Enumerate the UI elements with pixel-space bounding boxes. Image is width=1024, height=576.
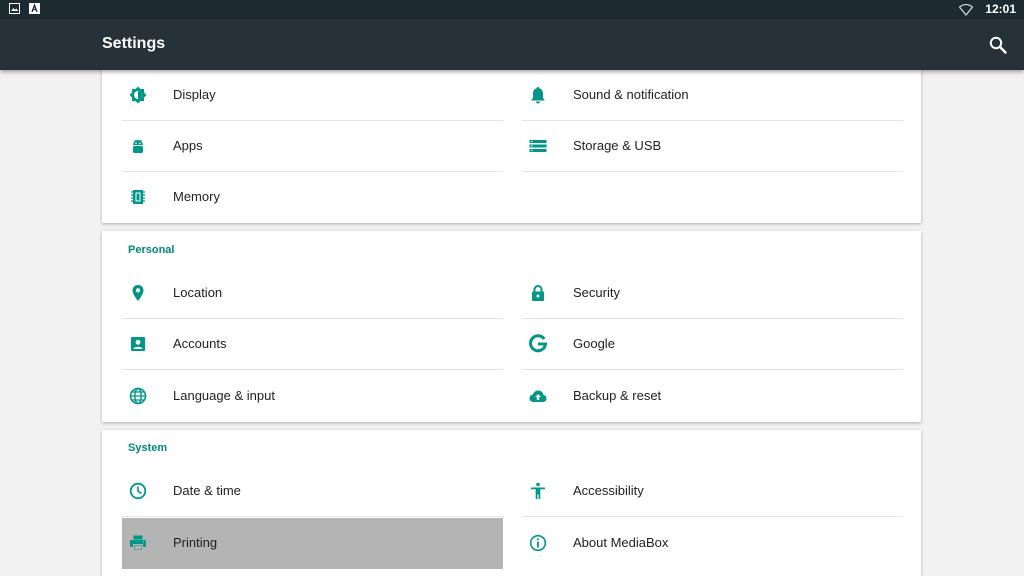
android-icon xyxy=(133,139,143,153)
setting-label: Accounts xyxy=(173,336,227,351)
printer-icon xyxy=(130,535,146,551)
clock-icon xyxy=(129,482,147,500)
device-section: Display Sound & notification Apps Storag… xyxy=(102,70,921,223)
globe-icon xyxy=(129,387,147,405)
setting-label: Security xyxy=(573,285,620,300)
info-icon xyxy=(529,534,547,552)
status-bar: 12:01 xyxy=(0,0,1024,19)
google-g-icon xyxy=(529,334,548,353)
setting-label: Location xyxy=(173,285,223,300)
setting-label: About MediaBox xyxy=(573,535,669,550)
search-icon[interactable] xyxy=(988,35,1008,55)
lock-icon xyxy=(532,285,544,301)
setting-label: Google xyxy=(573,336,615,351)
app-toolbar: Settings xyxy=(0,19,1024,70)
setting-label: Language & input xyxy=(173,388,275,403)
setting-label: Backup & reset xyxy=(573,388,662,403)
cloud-upload-icon xyxy=(529,390,547,402)
section-header: Personal xyxy=(128,244,175,256)
app-notification-icon xyxy=(29,3,40,14)
bell-icon xyxy=(531,87,545,104)
storage-icon xyxy=(529,140,547,152)
setting-storage[interactable]: Storage & USB xyxy=(522,121,903,172)
divider xyxy=(122,369,503,370)
accessibility-icon xyxy=(531,482,545,499)
location-pin-icon xyxy=(132,285,144,301)
setting-label: Date & time xyxy=(173,483,241,498)
setting-accounts[interactable]: Accounts xyxy=(122,319,503,370)
setting-label: Storage & USB xyxy=(573,138,662,153)
divider xyxy=(522,171,903,172)
setting-label: Display xyxy=(173,87,216,102)
divider xyxy=(522,369,903,370)
section-header: System xyxy=(128,442,168,454)
divider xyxy=(522,516,903,517)
setting-sound[interactable]: Sound & notification xyxy=(522,70,903,121)
setting-language[interactable]: Language & input xyxy=(122,371,503,422)
wifi-icon xyxy=(959,3,974,16)
image-notification-icon xyxy=(9,3,20,14)
setting-label: Printing xyxy=(173,535,218,550)
setting-accessibility[interactable]: Accessibility xyxy=(522,466,903,517)
clock: 12:01 xyxy=(985,2,1016,16)
setting-about[interactable]: About MediaBox xyxy=(522,518,903,569)
setting-label: Accessibility xyxy=(573,483,644,498)
setting-backup[interactable]: Backup & reset xyxy=(522,371,903,422)
setting-google[interactable]: Google xyxy=(522,319,903,370)
setting-display[interactable]: Display xyxy=(122,70,503,121)
setting-location[interactable]: Location xyxy=(122,268,503,319)
setting-date-time[interactable]: Date & time xyxy=(122,466,503,517)
divider xyxy=(122,516,503,517)
setting-security[interactable]: Security xyxy=(522,268,903,319)
setting-memory[interactable]: Memory xyxy=(122,172,503,223)
brightness-icon xyxy=(129,86,147,104)
personal-section: Personal Location Security Accounts Goog… xyxy=(102,231,921,422)
setting-label: Apps xyxy=(173,138,203,153)
setting-label: Memory xyxy=(173,189,220,204)
memory-chip-icon xyxy=(131,190,145,204)
account-box-icon xyxy=(131,337,145,351)
setting-apps[interactable]: Apps xyxy=(122,121,503,172)
setting-label: Sound & notification xyxy=(573,87,689,102)
setting-printing[interactable]: Printing xyxy=(122,518,503,569)
page-title: Settings xyxy=(102,35,166,52)
system-section: System Date & time Accessibility Printin… xyxy=(102,430,921,576)
